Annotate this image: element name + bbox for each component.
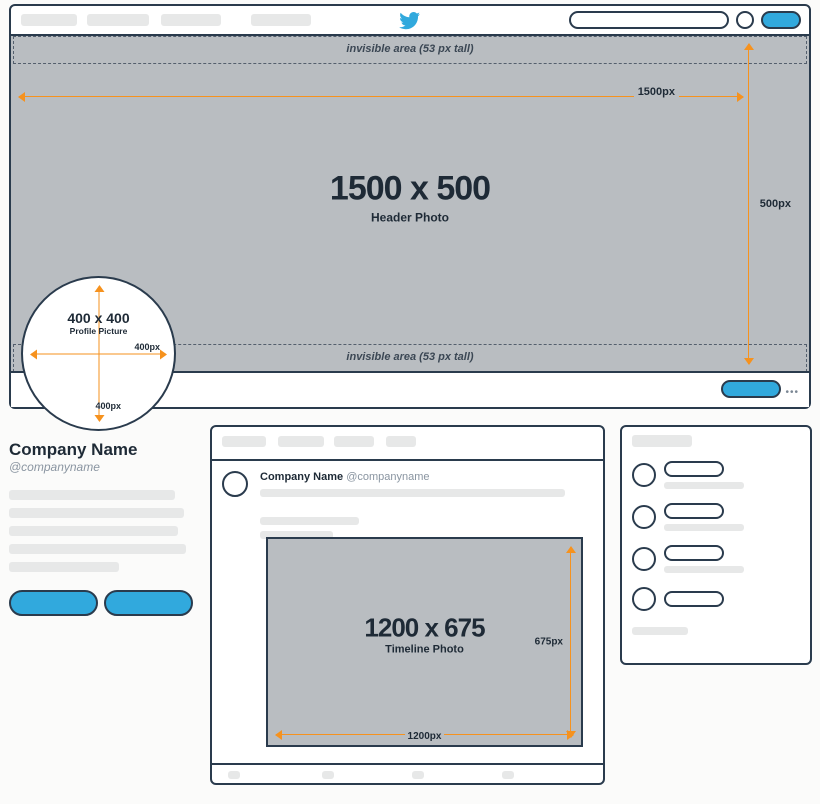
suggestion-row [632, 461, 800, 489]
pfp-dimensions: 400 x 400 [67, 310, 129, 326]
placeholder-line [260, 517, 359, 525]
suggestion-avatar[interactable] [632, 587, 656, 611]
more-options-icon[interactable]: ••• [785, 387, 799, 398]
timeline-tabs [212, 427, 603, 459]
nav-tab[interactable] [21, 14, 77, 26]
sidebar-action-button[interactable] [104, 590, 193, 616]
suggestions-card [620, 425, 812, 665]
header-label: Header Photo [330, 211, 490, 225]
tweet-avatar[interactable] [222, 471, 248, 497]
profile-frame: invisible area (53 px tall) 1500px 500px… [9, 4, 811, 409]
sidebar-action-button[interactable] [9, 590, 98, 616]
pfp-label: Profile Picture [67, 326, 129, 336]
suggestions-footer [632, 627, 688, 635]
invisible-area-top: invisible area (53 px tall) [13, 36, 807, 64]
tweet-button[interactable] [761, 11, 801, 29]
header-height-label: 500px [760, 198, 791, 210]
header-height-dimension [748, 44, 749, 364]
suggestion-avatar[interactable] [632, 547, 656, 571]
nav-tab[interactable] [87, 14, 149, 26]
twitter-bird-icon [399, 12, 421, 35]
pfp-dimensions-text: 400 x 400 Profile Picture [67, 310, 129, 336]
timeline-tab[interactable] [222, 436, 266, 447]
tweet: Company Name @companyname [212, 461, 603, 539]
timeline-tab[interactable] [334, 436, 374, 447]
placeholder-line [664, 524, 744, 531]
placeholder-line [412, 771, 424, 779]
placeholder-line [664, 482, 744, 489]
suggestion-avatar[interactable] [632, 505, 656, 529]
top-nav [11, 6, 809, 36]
pfp-height-label: 400px [95, 401, 121, 411]
placeholder-line [260, 489, 565, 497]
placeholder-line [502, 771, 514, 779]
timeline-footer [212, 763, 603, 783]
timeline-card: Company Name @companyname 1200 x 675 Tim… [210, 425, 605, 785]
placeholder-line [228, 771, 240, 779]
timeline-photo-label: Timeline Photo [364, 643, 484, 655]
follow-button[interactable] [664, 545, 724, 561]
account-avatar[interactable] [736, 11, 754, 29]
timeline-tab[interactable] [386, 436, 416, 447]
timeline-height-label: 675px [535, 637, 563, 648]
suggestions-heading [632, 435, 692, 447]
placeholder-line [664, 566, 744, 573]
placeholder-line [9, 562, 119, 572]
pfp-width-label: 400px [134, 342, 160, 352]
invisible-area-label: invisible area (53 px tall) [346, 351, 473, 363]
suggestion-row [632, 545, 800, 573]
header-dimensions: 1500 x 500 [330, 170, 490, 209]
search-input[interactable] [569, 11, 729, 29]
company-handle: @companyname [9, 460, 193, 474]
suggestion-row [632, 503, 800, 531]
company-name: Company Name [9, 440, 193, 460]
timeline-photo-area: 1200 x 675 Timeline Photo 675px 1200px [266, 537, 583, 747]
profile-picture-area: 400 x 400 Profile Picture 400px 400px [21, 276, 176, 431]
profile-sidebar: Company Name @companyname [9, 440, 193, 616]
placeholder-line [322, 771, 334, 779]
tweet-author-name: Company Name [260, 471, 343, 483]
placeholder-line [9, 544, 186, 554]
nav-tab[interactable] [251, 14, 311, 26]
placeholder-line [9, 526, 178, 536]
suggestion-avatar[interactable] [632, 463, 656, 487]
header-width-label: 1500px [634, 86, 679, 98]
suggestion-row [632, 587, 800, 611]
follow-button[interactable] [664, 461, 724, 477]
pfp-width-dimension [31, 353, 167, 354]
header-dimensions-text: 1500 x 500 Header Photo [330, 170, 490, 225]
tweet-author: Company Name @companyname [260, 471, 591, 483]
timeline-photo-dimensions: 1200 x 675 [364, 612, 484, 643]
placeholder-line [9, 490, 175, 500]
follow-button[interactable] [664, 503, 724, 519]
timeline-height-dimension [570, 547, 571, 737]
timeline-width-label: 1200px [405, 731, 445, 742]
invisible-area-label: invisible area (53 px tall) [346, 43, 473, 55]
placeholder-line [9, 508, 184, 518]
tweet-author-handle: @companyname [346, 471, 429, 483]
follow-button[interactable] [721, 380, 781, 398]
timeline-tab[interactable] [278, 436, 324, 447]
nav-tab[interactable] [161, 14, 221, 26]
follow-button[interactable] [664, 591, 724, 607]
